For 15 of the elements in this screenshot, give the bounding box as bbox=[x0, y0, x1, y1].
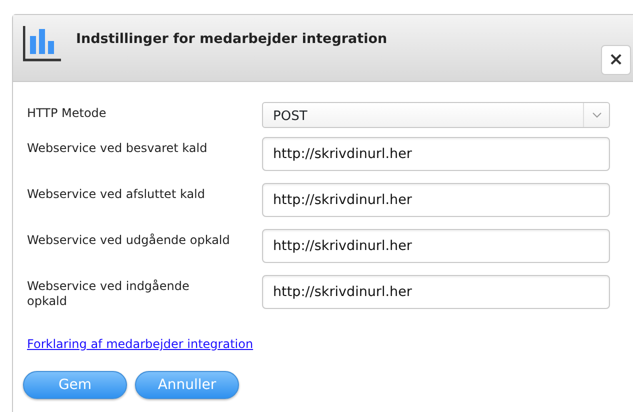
url-field[interactable]: http://skrivdinurl.her bbox=[262, 275, 610, 309]
field-label: Webservice ved besvaret kald bbox=[27, 140, 208, 156]
method-dropdown[interactable]: POST bbox=[262, 102, 610, 128]
help-link[interactable]: Forklaring af medarbejder integration bbox=[27, 337, 254, 351]
field-label: Webservice ved afsluttet kald bbox=[27, 186, 206, 202]
dialog-title: Indstillinger for medarbejder integration bbox=[76, 30, 388, 49]
field-label: Webservice ved udgående opkald bbox=[27, 232, 231, 248]
field-label: HTTP Metode bbox=[27, 105, 108, 121]
chevron-down-icon bbox=[592, 112, 602, 118]
bar-chart-icon bbox=[23, 24, 63, 62]
field-label: Webservice ved indgående opkald bbox=[27, 278, 190, 309]
url-field[interactable]: http://skrivdinurl.her bbox=[262, 183, 610, 217]
url-field[interactable]: http://skrivdinurl.her bbox=[262, 229, 610, 263]
url-field[interactable]: http://skrivdinurl.her bbox=[262, 137, 610, 171]
close-button[interactable]: × bbox=[601, 45, 631, 75]
